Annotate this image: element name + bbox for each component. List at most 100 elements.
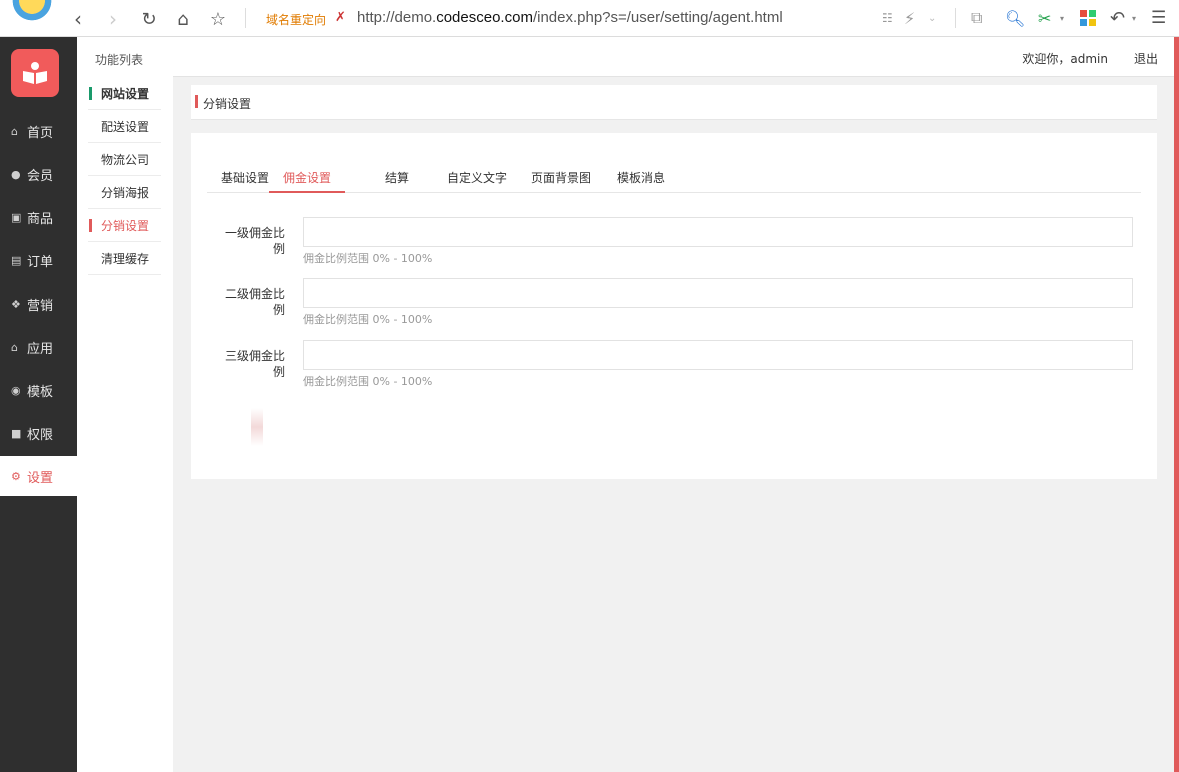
tab-bar: 基础设置 佣金设置 结算 自定义文字 页面背景图 模板消息 bbox=[207, 163, 1141, 193]
first-level-commission-hint: 佣金比例范围 0% - 100% bbox=[303, 252, 433, 265]
browser-logo-icon[interactable] bbox=[8, 0, 56, 22]
gift-icon: ▣ bbox=[11, 210, 22, 224]
tab-template-message[interactable]: 模板消息 bbox=[617, 169, 665, 193]
dropbox-icon: ❖ bbox=[11, 297, 21, 311]
sidebar-item-home[interactable]: ⌂ 首页 bbox=[0, 111, 77, 151]
label-line: 三级佣金比 bbox=[224, 349, 285, 363]
id-card-icon: ■ bbox=[11, 426, 22, 440]
submenu-item-poster[interactable]: 分销海报 bbox=[88, 176, 161, 209]
second-level-commission-input[interactable] bbox=[303, 278, 1133, 308]
chevron-down-icon[interactable]: ▾ bbox=[1060, 8, 1064, 28]
label-line: 例 bbox=[272, 365, 285, 379]
tab-basic-settings[interactable]: 基础设置 bbox=[221, 169, 269, 193]
submenu-item-label: 配送设置 bbox=[101, 119, 150, 134]
camera-icon: ◉ bbox=[11, 383, 21, 397]
sidebar-item-settings[interactable]: ⚙ 设置 bbox=[0, 456, 77, 496]
submenu-item-label: 分销设置 bbox=[101, 218, 150, 233]
tab-commission-settings[interactable]: 佣金设置 bbox=[269, 169, 346, 193]
qr-code-icon[interactable]: ☷ bbox=[882, 8, 893, 28]
browser-toolbar: ‹ › ↻ ⌂ ☆ 域名重定向 ✗ http://demo.codesceo.c… bbox=[0, 0, 1179, 37]
insecure-connection-icon[interactable]: ✗ bbox=[335, 10, 346, 25]
sidebar-item-label: 营销 bbox=[27, 298, 54, 314]
redirect-label[interactable]: 域名重定向 bbox=[266, 11, 326, 28]
submenu-item-delivery[interactable]: 配送设置 bbox=[88, 110, 161, 143]
chevron-down-icon[interactable]: ▾ bbox=[1132, 8, 1136, 28]
tab-page-background[interactable]: 页面背景图 bbox=[531, 169, 591, 193]
label-line: 例 bbox=[272, 242, 285, 256]
submenu-title: 功能列表 bbox=[95, 53, 144, 67]
screenshot-icon[interactable]: ⧉ bbox=[971, 8, 982, 28]
forward-icon[interactable]: › bbox=[101, 7, 125, 31]
breadcrumb: 分销设置 bbox=[191, 85, 1157, 120]
sidebar-item-label: 应用 bbox=[27, 341, 54, 357]
submenu-item-clear-cache[interactable]: 清理缓存 bbox=[88, 242, 161, 275]
active-marker bbox=[89, 87, 92, 100]
search-icon[interactable]: 🔍︎ bbox=[1005, 8, 1025, 28]
sidebar-item-label: 权限 bbox=[27, 427, 54, 443]
chevron-down-icon[interactable]: ⌄ bbox=[928, 8, 936, 28]
sidebar-item-label: 设置 bbox=[27, 470, 54, 486]
bookmark-star-icon[interactable]: ☆ bbox=[206, 7, 230, 31]
tab-custom-text[interactable]: 自定义文字 bbox=[447, 169, 507, 193]
submenu-item-distribution[interactable]: 分销设置 bbox=[88, 209, 161, 242]
label-line: 例 bbox=[272, 303, 285, 317]
submenu-item-label: 分销海报 bbox=[101, 185, 150, 200]
url-domain: codesceo.com bbox=[436, 9, 533, 26]
sidebar-item-orders[interactable]: ▤ 订单 bbox=[0, 240, 77, 280]
top-header: 欢迎你，admin 退出 bbox=[173, 37, 1174, 77]
sidebar-item-marketing[interactable]: ❖ 营销 bbox=[0, 284, 77, 324]
second-level-commission-hint: 佣金比例范围 0% - 100% bbox=[303, 313, 433, 326]
welcome-text: 欢迎你，admin bbox=[1022, 52, 1108, 66]
label-line: 一级佣金比 bbox=[224, 226, 285, 240]
sidebar-item-label: 首页 bbox=[27, 125, 54, 141]
home-icon[interactable]: ⌂ bbox=[171, 7, 195, 31]
sidebar-item-label: 订单 bbox=[27, 254, 54, 270]
gear-icon: ⚙ bbox=[11, 469, 21, 483]
scissors-icon[interactable]: ✂ bbox=[1038, 8, 1051, 28]
url-prefix: http://demo. bbox=[357, 9, 437, 26]
toolbar-divider bbox=[955, 8, 956, 28]
active-marker bbox=[89, 219, 92, 232]
lightning-icon[interactable]: ⚡ bbox=[904, 8, 915, 28]
undo-icon[interactable]: ↶ bbox=[1110, 8, 1125, 29]
submenu-item-site-settings[interactable]: 网站设置 bbox=[88, 77, 161, 110]
page-title: 分销设置 bbox=[203, 97, 252, 111]
toolbar-divider bbox=[245, 8, 246, 28]
third-level-commission-hint: 佣金比例范围 0% - 100% bbox=[303, 375, 433, 388]
back-icon[interactable]: ‹ bbox=[66, 7, 90, 31]
third-level-commission-input[interactable] bbox=[303, 340, 1133, 370]
logout-link[interactable]: 退出 bbox=[1134, 50, 1158, 67]
apps-grid-icon[interactable] bbox=[1080, 8, 1096, 28]
sidebar-item-permissions[interactable]: ■ 权限 bbox=[0, 413, 77, 453]
second-level-commission-label: 二级佣金比 例 bbox=[213, 286, 285, 318]
breadcrumb-marker bbox=[195, 95, 198, 108]
sidebar-item-members[interactable]: ● 会员 bbox=[0, 154, 77, 194]
submit-button-ghost[interactable] bbox=[251, 408, 263, 446]
user-icon: ● bbox=[11, 167, 21, 181]
label-line: 二级佣金比 bbox=[224, 287, 285, 301]
third-level-commission-label: 三级佣金比 例 bbox=[213, 348, 285, 380]
address-bar[interactable]: http://demo.codesceo.com/index.php?s=/us… bbox=[357, 9, 783, 26]
submenu-item-label: 物流公司 bbox=[101, 152, 150, 167]
first-level-commission-label: 一级佣金比 例 bbox=[213, 225, 285, 257]
first-level-commission-input[interactable] bbox=[303, 217, 1133, 247]
tab-settlement[interactable]: 结算 bbox=[385, 169, 409, 193]
clipboard-icon: ▤ bbox=[11, 253, 22, 267]
submenu-item-label: 网站设置 bbox=[101, 86, 150, 101]
sidebar-item-templates[interactable]: ◉ 模板 bbox=[0, 370, 77, 410]
sidebar-item-label: 会员 bbox=[27, 168, 54, 184]
refresh-icon[interactable]: ↻ bbox=[137, 7, 161, 31]
main-sidebar: ⌂ 首页 ● 会员 ▣ 商品 ▤ 订单 ❖ 营销 ⌂ 应用 ◉ 模板 ■ 权限 ⚙ 设置 bbox=[0, 37, 77, 772]
sidebar-item-label: 商品 bbox=[27, 211, 54, 227]
submenu-item-label: 清理缓存 bbox=[101, 251, 150, 266]
menu-icon[interactable]: ☰ bbox=[1151, 8, 1166, 28]
submenu-item-logistics[interactable]: 物流公司 bbox=[88, 143, 161, 176]
home-icon: ⌂ bbox=[11, 124, 18, 138]
app-logo-icon[interactable] bbox=[11, 49, 59, 97]
settings-panel: 基础设置 佣金设置 结算 自定义文字 页面背景图 模板消息 一级佣金比 例 佣金… bbox=[191, 133, 1157, 479]
sidebar-item-apps[interactable]: ⌂ 应用 bbox=[0, 327, 77, 367]
sidebar-item-label: 模板 bbox=[27, 384, 54, 400]
sidebar-item-products[interactable]: ▣ 商品 bbox=[0, 197, 77, 237]
bank-icon: ⌂ bbox=[11, 340, 18, 354]
url-path: /index.php?s=/user/setting/agent.html bbox=[532, 9, 783, 26]
